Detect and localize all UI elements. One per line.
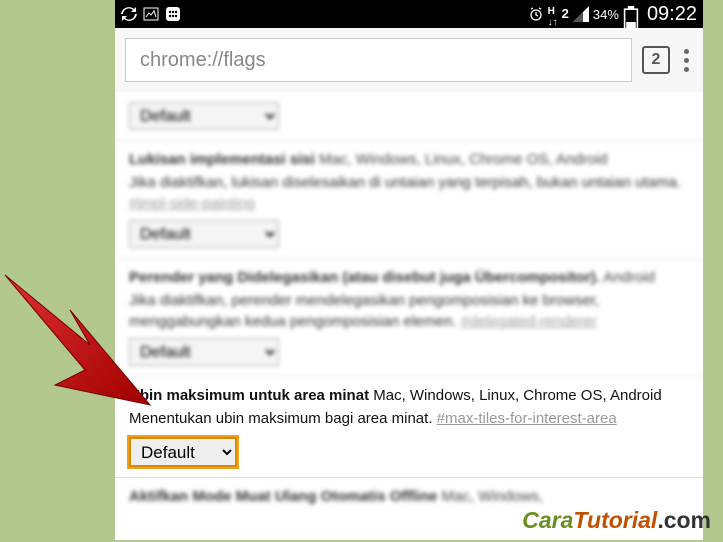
menu-dot-icon xyxy=(684,49,689,54)
flag-title: Ubin maksimum untuk area minat xyxy=(129,387,369,404)
flag-item: Lukisan implementasi sisi Mac, Windows, … xyxy=(115,141,703,259)
flag-description: Menentukan ubin maksimum bagi area minat… xyxy=(129,408,689,429)
tabs-count: 2 xyxy=(652,51,661,69)
flag-select[interactable]: Default xyxy=(129,102,279,130)
url-text: chrome://flags xyxy=(140,49,266,72)
battery-percent: 34% xyxy=(593,7,619,22)
menu-dot-icon xyxy=(684,58,689,63)
flag-select[interactable]: Default xyxy=(129,220,279,248)
url-input[interactable]: chrome://flags xyxy=(125,38,632,82)
flag-title: Aktifkan Mode Muat Ulang Otomatis Offlin… xyxy=(129,488,437,505)
flag-description: Jika diaktifkan, perender mendelegasikan… xyxy=(129,290,689,332)
flag-anchor-link[interactable]: #max-tiles-for-interest-area xyxy=(437,410,617,427)
flag-platforms: Mac, Windows, xyxy=(437,488,543,505)
watermark-part3: .com xyxy=(657,507,711,533)
red-arrow-annotation xyxy=(0,270,155,440)
flag-title: Lukisan implementasi sisi xyxy=(129,151,315,168)
bbm-icon xyxy=(165,6,181,22)
watermark-part1: Cara xyxy=(522,507,573,533)
menu-button[interactable] xyxy=(680,45,693,76)
signal-bars-icon xyxy=(573,6,589,22)
status-right-icons: H↓↑ 2 34% 09:22 xyxy=(528,3,697,26)
status-bar: H↓↑ 2 34% 09:22 xyxy=(115,0,703,28)
picture-icon xyxy=(143,6,159,22)
flag-anchor-link[interactable]: #delegated-renderer xyxy=(461,313,597,330)
tabs-button[interactable]: 2 xyxy=(642,46,670,74)
watermark: CaraTutorial.com xyxy=(522,507,711,534)
menu-dot-icon xyxy=(684,67,689,72)
flag-anchor-link[interactable]: #impl-side-painting xyxy=(129,195,255,212)
flag-platforms: Mac, Windows, Linux, Chrome OS, Android xyxy=(369,387,662,404)
flags-page[interactable]: xxxxxxxxxxxxxxxxxxxxxxxxxxxxxx Default L… xyxy=(115,92,703,517)
clock: 09:22 xyxy=(647,3,697,26)
data-hplus-icon: H↓↑ xyxy=(548,6,558,22)
signal-2-icon: 2 xyxy=(562,6,569,22)
flag-description: Jika diaktifkan, lukisan diselesaikan di… xyxy=(129,172,689,214)
alarm-icon xyxy=(528,6,544,22)
flag-select-focused[interactable]: Default xyxy=(129,437,237,467)
flag-item: xxxxxxxxxxxxxxxxxxxxxxxxxxxxxx Default xyxy=(115,92,703,141)
flag-title: Perender yang Didelegasikan (atau disebu… xyxy=(129,269,600,286)
flag-item-focused: Ubin maksimum untuk area minat Mac, Wind… xyxy=(115,377,703,478)
battery-icon xyxy=(623,6,639,22)
flag-platforms: Mac, Windows, Linux, Chrome OS, Android xyxy=(315,151,608,168)
status-left-icons xyxy=(121,6,181,22)
watermark-part2: Tutorial xyxy=(573,507,657,533)
flag-item: Perender yang Didelegasikan (atau disebu… xyxy=(115,259,703,377)
phone-frame: H↓↑ 2 34% 09:22 chrome://flags 2 xxxxxxx… xyxy=(115,0,703,540)
wifi-sync-icon xyxy=(121,6,137,22)
browser-toolbar: chrome://flags 2 xyxy=(115,28,703,92)
flag-platforms: Android xyxy=(600,269,655,286)
